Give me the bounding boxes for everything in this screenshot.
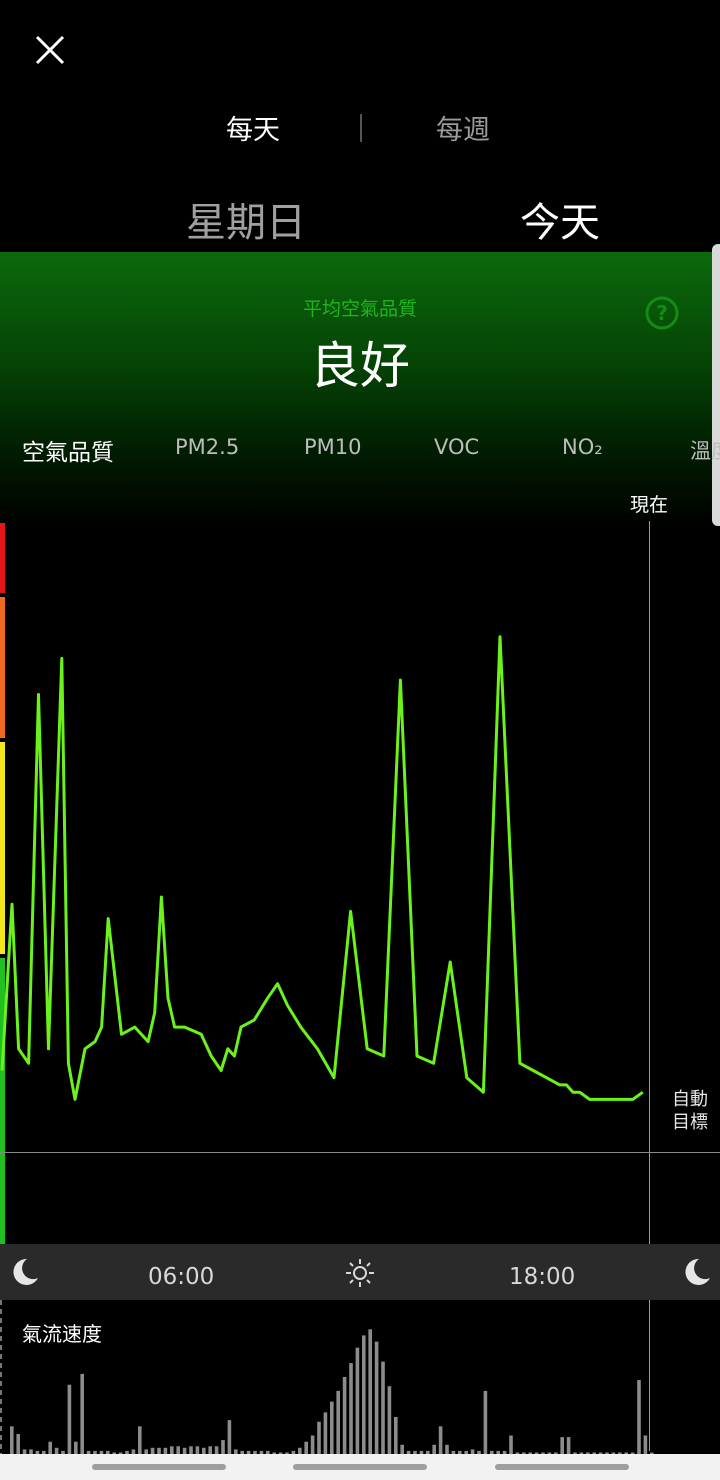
airflow-bar [643,1435,648,1454]
nav-handle-right[interactable] [495,1464,629,1470]
air-quality-series-line [0,635,644,1101]
tab-daily[interactable]: 每天 [226,108,280,147]
average-air-quality-value: 良好 [310,337,410,395]
nav-handle-center[interactable] [293,1464,427,1470]
airflow-bar [67,1384,72,1454]
airflow-bar [387,1386,392,1454]
airflow-bar [483,1390,488,1454]
metric-tab-temperature[interactable]: 溫度 [690,435,720,465]
airflow-bar [342,1377,347,1454]
moon-icon [680,1256,712,1288]
airflow-bar [80,1373,84,1454]
svg-text:?: ? [656,301,668,325]
airflow-bar [74,1441,78,1454]
airflow-bar [138,1426,142,1454]
airflow-bar [330,1401,334,1454]
help-icon: ? [645,296,679,330]
auto-target-label-line1: 自動 [672,1089,708,1110]
nav-handle-left[interactable] [92,1464,226,1470]
airflow-bar [509,1435,513,1454]
auto-target-label-line2: 目標 [672,1112,708,1133]
airflow-bar [381,1361,385,1454]
airflow-bar [400,1444,404,1454]
time-label-evening: 18:00 [509,1264,576,1290]
metric-tab-pm25[interactable]: PM2.5 [175,435,239,459]
airflow-bar [560,1437,564,1454]
airflow-bar [438,1426,443,1454]
airflow-bar [637,1380,641,1454]
close-icon [35,35,65,65]
help-button[interactable]: ? [644,295,680,331]
metric-tab-air-quality[interactable]: 空氣品質 [22,433,114,467]
airflow-bar [317,1421,321,1454]
airflow-bar [374,1341,379,1454]
airflow-bar [208,1446,212,1454]
time-label-morning: 06:00 [148,1264,215,1290]
day-tab-current[interactable]: 今天 [520,190,600,248]
airflow-bar [170,1446,174,1454]
airflow-bar [195,1446,200,1454]
airflow-bar [362,1335,366,1454]
day-tab-previous[interactable]: 星期日 [186,190,306,248]
metric-tab-pm10[interactable]: PM10 [304,435,362,459]
airflow-bar [310,1435,315,1454]
airflow-bar [214,1446,219,1454]
airflow-bar [394,1417,398,1454]
metric-tab-no2[interactable]: NO₂ [562,435,603,459]
airflow-bar [221,1440,225,1454]
airflow-bar [323,1412,328,1454]
auto-target-line [0,1152,720,1153]
average-air-quality-label: 平均空氣品質 [302,298,417,320]
tab-weekly[interactable]: 每週 [436,108,490,147]
period-tab-divider [360,114,362,142]
airflow-bar [176,1446,180,1454]
auto-target-label: 自動 目標 [672,1088,720,1134]
metric-tab-voc[interactable]: VOC [434,435,479,459]
airflow-bar [349,1363,353,1454]
close-button[interactable] [30,30,70,70]
sun-icon [344,1257,376,1289]
airflow-bar [432,1444,436,1454]
airflow-bar [566,1437,571,1454]
airflow-bar [304,1441,308,1454]
airflow-bar [368,1329,372,1454]
air-quality-chart [0,635,644,1101]
airflow-bar [10,1426,14,1454]
airflow-bar [227,1420,232,1454]
airflow-chart [0,1300,654,1454]
airflow-bar [189,1446,193,1454]
airflow-bar [16,1434,20,1454]
airflow-bar [355,1347,360,1454]
airflow-bar [336,1390,340,1454]
moon-icon [8,1256,40,1288]
now-label: 現在 [630,494,669,516]
airflow-bar [445,1444,449,1454]
airflow-bar [48,1441,52,1454]
